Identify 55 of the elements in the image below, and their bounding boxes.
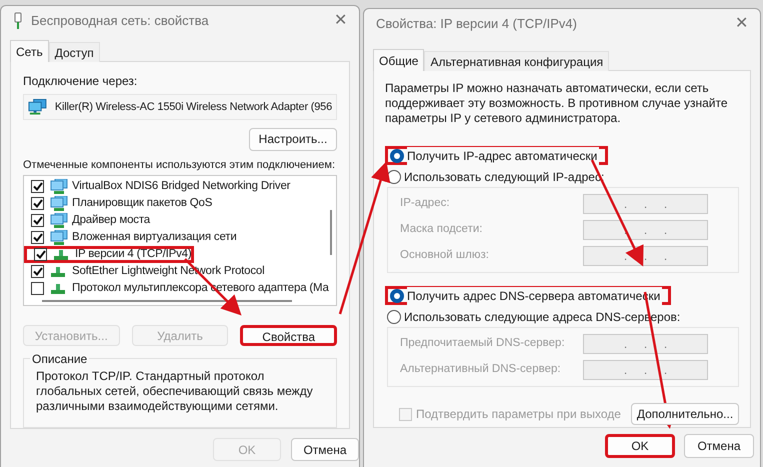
dialog-button[interactable]: OK [605, 434, 675, 458]
field-label: Маска подсети: [400, 222, 482, 238]
component-label: IP версии 4 (TCP/IPv4) [75, 247, 192, 262]
radio-label: Получить IP-адрес автоматически [407, 146, 600, 164]
component-label: VirtualBox NDIS6 Bridged Networking Driver [72, 179, 290, 194]
dialog-button[interactable]: Настроить... [249, 128, 337, 151]
checkbox[interactable] [31, 265, 44, 278]
components-label: Отмеченные компоненты используются этим подключением: [23, 158, 336, 173]
field-label: Основной шлюз: [400, 248, 489, 264]
field-label: Предпочитаемый DNS-сервер: [400, 336, 565, 352]
connect-label: Подключение через: [23, 73, 138, 90]
vertical-scrollbar[interactable] [330, 210, 332, 256]
field-label: IP-адрес: [400, 196, 450, 212]
component-label: Вложенная виртуализация сети [72, 230, 237, 246]
adapter-name: Killer(R) Wireless-AC 1550i Wireless Network Adapter (956 [54, 100, 332, 115]
window-title: Беспроводная сеть: свойства [31, 12, 210, 30]
horizontal-scrollbar[interactable] [42, 300, 292, 302]
network-protocol-icon [51, 266, 65, 277]
network-service-icon [48, 178, 68, 195]
component-item[interactable]: Вложенная виртуализация сети [24, 229, 237, 246]
window-title: Свойства: IP версии 4 (TCP/IPv4) [376, 15, 578, 34]
network-service-icon [48, 196, 68, 212]
checkbox[interactable] [31, 197, 44, 210]
checkbox[interactable] [31, 180, 44, 194]
intro-text: Параметры IP можно назначать автоматически, если сеть поддерживает эту возможность. В противном случае узнайте параметры IP у сетевого администратора. [385, 81, 729, 126]
checkbox[interactable] [31, 282, 44, 296]
checkbox[interactable] [31, 214, 44, 228]
network-protocol-icon [51, 284, 65, 294]
network-service-icon [48, 212, 68, 229]
tab[interactable]: Сеть [10, 40, 49, 62]
network-adapter-icon [28, 98, 47, 115]
component-label: Планировщик пакетов QoS [72, 196, 212, 212]
checkbox[interactable] [34, 248, 47, 262]
dialog-button[interactable]: Отмена [684, 434, 754, 458]
component-item[interactable]: VirtualBox NDIS6 Bridged Networking Driver [24, 178, 290, 196]
dialog-button[interactable]: Дополнительно... [631, 403, 739, 425]
dialog-button[interactable]: Свойства [240, 325, 337, 346]
tab[interactable]: Доступ [48, 42, 100, 62]
component-label: Драйвер моста [72, 213, 150, 228]
checkbox[interactable] [31, 231, 44, 244]
network-service-icon [48, 230, 68, 246]
dialog-button[interactable]: Отмена [291, 438, 359, 461]
field-label: Альтернативный DNS-сервер: [400, 362, 561, 378]
component-item[interactable]: Планировщик пакетов QoS [24, 195, 212, 212]
component-item[interactable]: IP версии 4 (TCP/IPv4) [24, 246, 194, 264]
close-button[interactable]: ✕ [735, 12, 748, 36]
description-text: Протокол TCP/IP. Стандартный протокол глобальных сетей, обеспечивающий связь между различными взаимодействующими сетями. [36, 369, 314, 414]
radio-option[interactable]: Получить IP-адрес автоматически [385, 146, 608, 165]
tab[interactable]: Общие [373, 49, 424, 71]
tab[interactable]: Альтернативная конфигурация [424, 51, 610, 71]
checkbox-label: Подтвердить параметры при выходе [416, 406, 621, 423]
network-protocol-icon [54, 250, 68, 260]
close-button[interactable]: ✕ [334, 9, 347, 33]
network-adapter-icon [13, 12, 23, 30]
component-item[interactable]: Драйвер моста [24, 212, 150, 230]
